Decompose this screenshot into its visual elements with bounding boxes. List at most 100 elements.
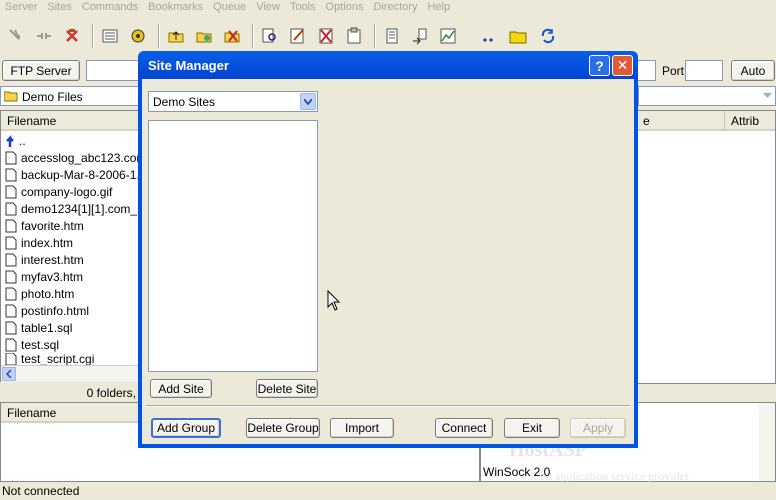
local-filename-header[interactable]: Filename — [1, 111, 141, 131]
file-icon — [5, 304, 17, 317]
menu-tools[interactable]: Tools — [285, 0, 321, 13]
dialog-body: Demo Sites Add Site Delete Site Add Grou… — [142, 79, 634, 444]
list-item[interactable]: myfav3.htm — [5, 268, 83, 285]
menu-help[interactable]: Help — [422, 0, 455, 13]
local-file-pane: Filename .. accesslog_abc123.com_ backup… — [0, 110, 154, 382]
edit-icon[interactable] — [288, 26, 308, 46]
parent-folder-item[interactable]: .. — [5, 132, 26, 149]
list-item[interactable]: company-logo.gif — [5, 183, 112, 200]
list-item[interactable]: backup-Mar-8-2006-1.tar — [5, 166, 154, 183]
ellipsis-icon[interactable] — [478, 26, 498, 46]
menu-server[interactable]: Server — [0, 0, 42, 13]
menu-bookmarks[interactable]: Bookmarks — [143, 0, 208, 13]
list-item[interactable]: test.sql — [5, 336, 59, 353]
delete-site-button[interactable]: Delete Site — [256, 379, 318, 398]
list-item[interactable]: interest.htm — [5, 251, 84, 268]
port-label: Port — [662, 64, 685, 78]
abort-icon[interactable] — [62, 26, 82, 46]
auto-button[interactable]: Auto — [731, 60, 775, 81]
add-group-button[interactable]: Add Group — [151, 418, 221, 438]
help-button[interactable]: ? — [589, 55, 610, 76]
file-icon — [5, 353, 17, 365]
local-path-combo[interactable]: Demo Files — [0, 86, 140, 106]
up-arrow-icon — [6, 134, 14, 147]
help-icon: ? — [595, 57, 604, 74]
server-input[interactable] — [86, 60, 146, 81]
file-icon — [5, 321, 17, 334]
delete-file-icon[interactable] — [316, 26, 336, 46]
import-button[interactable]: Import — [330, 418, 394, 438]
menu-queue[interactable]: Queue — [208, 0, 251, 13]
file-icon — [5, 236, 17, 249]
dropdown-value: Demo Sites — [153, 95, 216, 109]
log-vertical-scrollbar[interactable] — [759, 403, 775, 481]
chevron-down-icon — [304, 98, 312, 105]
status-bar: Not connected — [0, 484, 776, 500]
dropdown-arrow-button[interactable] — [300, 93, 316, 110]
apply-button[interactable]: Apply — [570, 418, 626, 438]
remote-path-combo[interactable] — [638, 86, 776, 106]
toolbar — [0, 18, 776, 54]
properties-icon[interactable] — [344, 26, 364, 46]
file-icon — [5, 185, 17, 198]
file-icon — [5, 202, 17, 215]
port-input[interactable] — [685, 60, 723, 81]
site-group-dropdown[interactable]: Demo Sites — [148, 91, 318, 112]
ftp-server-button[interactable]: FTP Server — [2, 60, 80, 81]
menu-sites[interactable]: Sites — [42, 0, 76, 13]
chevron-left-icon — [6, 370, 12, 378]
remote-attrib-header[interactable]: Attrib — [725, 111, 775, 131]
dialog-separator — [146, 405, 630, 407]
file-icon — [5, 270, 17, 283]
list-item[interactable]: accesslog_abc123.com_ — [5, 149, 153, 166]
remote-column-header[interactable]: e — [637, 111, 725, 131]
settings-gear-icon[interactable] — [128, 26, 148, 46]
mouse-cursor-icon — [327, 290, 341, 311]
delete-folder-icon[interactable] — [222, 26, 242, 46]
remote-file-pane: e Attrib — [636, 110, 776, 384]
list-item[interactable]: photo.htm — [5, 285, 74, 302]
menu-options[interactable]: Options — [321, 0, 369, 13]
password-input[interactable] — [636, 60, 656, 81]
folder-icon[interactable] — [508, 26, 528, 46]
refresh-icon[interactable] — [538, 26, 558, 46]
dialog-titlebar[interactable]: Site Manager — [138, 51, 638, 79]
upload-folder-icon[interactable] — [166, 26, 186, 46]
find-icon[interactable] — [260, 26, 280, 46]
list-item[interactable]: test_script.cgi — [5, 353, 94, 365]
list-item[interactable]: table1.sql — [5, 319, 72, 336]
file-icon — [5, 253, 17, 266]
local-status: 0 folders, — [0, 382, 140, 402]
log-winsock: WinSock 2.0 — [483, 465, 551, 479]
list-item[interactable]: demo1234[1][1].com_20 — [5, 200, 150, 217]
close-button[interactable]: ✕ — [612, 55, 633, 76]
connect-button[interactable]: Connect — [435, 418, 493, 438]
delete-group-button[interactable]: Delete Group — [246, 418, 320, 438]
disconnect-icon[interactable] — [34, 26, 54, 46]
horizontal-scrollbar[interactable] — [1, 365, 139, 382]
site-manager-icon[interactable] — [100, 26, 120, 46]
file-icon — [5, 287, 17, 300]
menu-commands[interactable]: Commands — [77, 0, 143, 13]
menu-bar: Server Sites Commands Bookmarks Queue View Too… — [0, 0, 776, 16]
site-tree-list[interactable] — [148, 120, 318, 372]
chart-icon[interactable] — [438, 26, 458, 46]
status-text: Not connected — [2, 484, 80, 498]
folder-open-icon — [4, 91, 18, 102]
chevron-down-icon — [763, 93, 772, 98]
menu-view[interactable]: View — [251, 0, 285, 13]
list-item[interactable]: favorite.htm — [5, 217, 84, 234]
add-site-button[interactable]: Add Site — [150, 379, 212, 398]
remote-status — [636, 384, 776, 402]
log-icon[interactable] — [382, 26, 402, 46]
connect-icon[interactable] — [6, 26, 26, 46]
menu-directory[interactable]: Directory — [368, 0, 422, 13]
exit-button[interactable]: Exit — [504, 418, 560, 438]
file-icon — [5, 338, 17, 351]
scroll-left-button[interactable] — [2, 367, 16, 381]
list-item[interactable]: postinfo.html — [5, 302, 89, 319]
transfer-icon[interactable] — [410, 26, 430, 46]
list-item[interactable]: index.htm — [5, 234, 73, 251]
file-icon — [5, 151, 17, 164]
download-folder-icon[interactable] — [194, 26, 214, 46]
